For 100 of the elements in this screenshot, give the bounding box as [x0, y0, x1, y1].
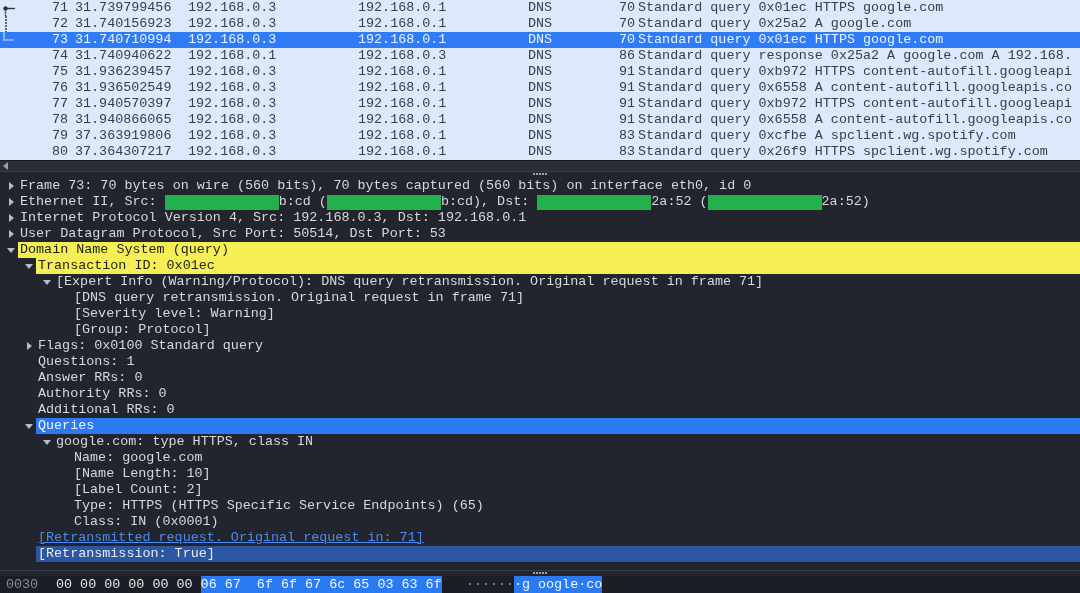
- hex-bytes: 00 00 00 00 00 00: [56, 576, 193, 593]
- tree-item-text: b:cd), Dst:: [440, 194, 531, 210]
- tree-item-text: 2a:52 (: [651, 194, 708, 210]
- collapsed-arrow-icon[interactable]: [7, 198, 15, 206]
- packet-protocol: DNS: [527, 32, 554, 48]
- packet-source: 192.168.0.3: [187, 112, 278, 128]
- packet-row[interactable]: 71 31.739799456 192.168.0.3 192.168.0.1 DNS 70 Standard query 0x01ec HTTPS google.com: [0, 0, 1080, 16]
- expanded-arrow-icon[interactable]: [25, 262, 33, 270]
- tree-item[interactable]: Transaction ID: 0x01ec: [36, 258, 1080, 274]
- packet-length: 70: [617, 0, 635, 16]
- tree-item[interactable]: Answer RRs: 0: [36, 370, 1080, 386]
- tree-item[interactable]: Type: HTTPS (HTTPS Specific Service Endpoints) (65): [72, 498, 1080, 514]
- packet-time: 31.740710994: [74, 32, 173, 48]
- collapsed-arrow-icon[interactable]: [7, 214, 15, 222]
- packet-source: 192.168.0.3: [187, 64, 278, 80]
- hex-offset: 0030: [6, 576, 40, 593]
- frame-link[interactable]: [Retransmitted request. Original request in: 71]: [36, 530, 1080, 546]
- packet-destination: 192.168.0.1: [357, 0, 448, 16]
- tree-item[interactable]: Additional RRs: 0: [36, 402, 1080, 418]
- tree-item[interactable]: [Retransmission: True]: [36, 546, 1080, 562]
- packet-row[interactable]: 76 31.936502549 192.168.0.3 192.168.0.1 DNS 91 Standard query 0x6558 A content-autofill.googleapis.co: [0, 80, 1080, 96]
- packet-time: 31.940866065: [74, 112, 173, 128]
- packet-protocol: DNS: [527, 96, 554, 112]
- packet-time: 37.363919806: [74, 128, 173, 144]
- packet-protocol: DNS: [527, 16, 554, 32]
- packet-time: 31.940570397: [74, 96, 173, 112]
- expanded-arrow-icon[interactable]: [7, 246, 15, 254]
- packet-info: Standard query 0xb972 HTTPS content-autofill.googleapi: [637, 64, 1073, 80]
- tree-item[interactable]: Class: IN (0x0001): [72, 514, 1080, 530]
- packet-number: 80: [51, 144, 68, 160]
- tree-item[interactable]: Internet Protocol Version 4, Src: 192.168.0.3, Dst: 192.168.0.1: [18, 210, 1080, 226]
- tree-item[interactable]: Name: google.com: [72, 450, 1080, 466]
- packet-number: 79: [51, 128, 68, 144]
- collapsed-arrow-icon[interactable]: [25, 342, 33, 350]
- packet-destination: 192.168.0.1: [357, 16, 448, 32]
- packet-number: 72: [51, 16, 68, 32]
- collapsed-arrow-icon[interactable]: [7, 182, 15, 190]
- packet-info: Standard query 0x01ec HTTPS google.com: [637, 32, 945, 48]
- packet-row[interactable]: 75 31.936239457 192.168.0.3 192.168.0.1 DNS 91 Standard query 0xb972 HTTPS content-autofill.googleapi: [0, 64, 1080, 80]
- tree-item[interactable]: [Severity level: Warning]: [72, 306, 1080, 322]
- horizontal-scrollbar[interactable]: [0, 160, 1080, 171]
- expanded-arrow-icon[interactable]: [43, 278, 51, 286]
- packet-length: 91: [617, 112, 635, 128]
- collapsed-arrow-icon[interactable]: [7, 230, 15, 238]
- packet-protocol: DNS: [527, 112, 554, 128]
- tree-item-text: b:cd (: [278, 194, 327, 210]
- tree-item[interactable]: User Datagram Protocol, Src Port: 50514, Dst Port: 53: [18, 226, 1080, 242]
- splitter-handle-icon[interactable]: [533, 173, 547, 175]
- packet-source: 192.168.0.3: [187, 96, 278, 112]
- packet-length: 83: [617, 144, 635, 160]
- expanded-arrow-icon[interactable]: [25, 422, 33, 430]
- packet-source: 192.168.0.3: [187, 144, 278, 160]
- packet-protocol: DNS: [527, 0, 554, 16]
- tree-item[interactable]: Frame 73: 70 bytes on wire (560 bits), 70 bytes captured (560 bits) on interface eth0, id 0: [18, 178, 1080, 194]
- packet-protocol: DNS: [527, 128, 554, 144]
- packet-info: Standard query 0x25a2 A google.com: [637, 16, 913, 32]
- ascii-text-selected: ·g oogle·co: [513, 576, 603, 593]
- packet-row[interactable]: 74 31.740940622 192.168.0.1 192.168.0.3 DNS 86 Standard query response 0x25a2 A google.com A 192.168.: [0, 48, 1080, 64]
- packet-number: 76: [51, 80, 68, 96]
- packet-destination: 192.168.0.1: [357, 32, 448, 48]
- packet-time: 37.364307217: [74, 144, 173, 160]
- packet-length: 70: [617, 32, 635, 48]
- scroll-left-icon[interactable]: [3, 162, 9, 170]
- packet-row[interactable]: 78 31.940866065 192.168.0.3 192.168.0.1 DNS 91 Standard query 0x6558 A content-autofill.googleapis.co: [0, 112, 1080, 128]
- packet-destination: 192.168.0.3: [357, 48, 448, 64]
- packet-protocol: DNS: [527, 144, 554, 160]
- packet-info: Standard query 0x26f9 HTTPS spclient.wg.spotify.com: [637, 144, 1049, 160]
- tree-item[interactable]: [Expert Info (Warning/Protocol): DNS query retransmission. Original request in frame 71]: [54, 274, 1080, 290]
- tree-item[interactable]: [Group: Protocol]: [72, 322, 1080, 338]
- tree-item[interactable]: Domain Name System (query): [18, 242, 1080, 258]
- packet-source: 192.168.0.3: [187, 80, 278, 96]
- tree-item[interactable]: [DNS query retransmission. Original request in frame 71]: [72, 290, 1080, 306]
- packet-row[interactable]: 77 31.940570397 192.168.0.3 192.168.0.1 DNS 91 Standard query 0xb972 HTTPS content-autofill.googleapi: [0, 96, 1080, 112]
- splitter-handle-icon[interactable]: [533, 572, 547, 574]
- tree-item[interactable]: [Label Count: 2]: [72, 482, 1080, 498]
- packet-destination: 192.168.0.1: [357, 64, 448, 80]
- packet-protocol: DNS: [527, 48, 554, 64]
- packet-length: 91: [617, 96, 635, 112]
- packet-time: 31.740156923: [74, 16, 173, 32]
- tree-item[interactable]: google.com: type HTTPS, class IN: [54, 434, 1080, 450]
- tree-item[interactable]: Flags: 0x0100 Standard query: [36, 338, 1080, 354]
- packet-number: 74: [51, 48, 68, 64]
- packet-source: 192.168.0.3: [187, 0, 278, 16]
- tree-item[interactable]: [Name Length: 10]: [72, 466, 1080, 482]
- packet-number: 71: [51, 0, 68, 16]
- packet-length: 91: [617, 64, 635, 80]
- expanded-arrow-icon[interactable]: [43, 438, 51, 446]
- packet-row[interactable]: 79 37.363919806 192.168.0.3 192.168.0.1 DNS 83 Standard query 0xcfbe A spclient.wg.spotify.com: [0, 128, 1080, 144]
- packet-time: 31.739799456: [74, 0, 173, 16]
- tree-item[interactable]: Questions: 1: [36, 354, 1080, 370]
- packet-info: Standard query 0xb972 HTTPS content-autofill.googleapi: [637, 96, 1073, 112]
- tree-item[interactable]: Queries: [36, 418, 1080, 434]
- packet-row[interactable]: 73 31.740710994 192.168.0.3 192.168.0.1 DNS 70 Standard query 0x01ec HTTPS google.com: [0, 32, 1080, 48]
- packet-row[interactable]: 72 31.740156923 192.168.0.3 192.168.0.1 DNS 70 Standard query 0x25a2 A google.com: [0, 16, 1080, 32]
- packet-destination: 192.168.0.1: [357, 112, 448, 128]
- packet-row[interactable]: 80 37.364307217 192.168.0.3 192.168.0.1 DNS 83 Standard query 0x26f9 HTTPS spclient.wg.spotify.com: [0, 144, 1080, 160]
- packet-number: 75: [51, 64, 68, 80]
- tree-item[interactable]: Authority RRs: 0: [36, 386, 1080, 402]
- tree-item-text: Ethernet II, Src:: [20, 194, 158, 210]
- ascii-text: ······: [465, 576, 514, 593]
